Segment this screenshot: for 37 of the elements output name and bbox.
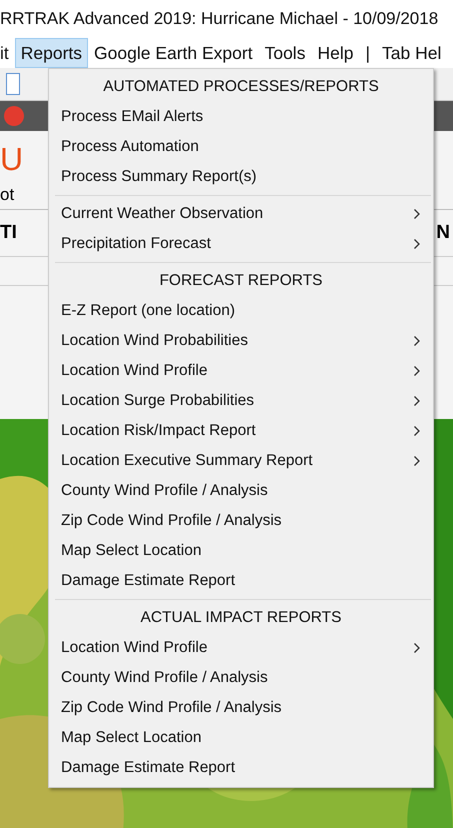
menu-bar-item[interactable]: it [0, 38, 15, 68]
menu-bar-item[interactable]: | [359, 38, 376, 68]
section-heading: TI [0, 221, 17, 245]
menu-item[interactable]: Damage Estimate Report [49, 566, 433, 596]
menu-item[interactable]: Map Select Location [49, 536, 433, 566]
menu-item[interactable]: Location Risk/Impact Report [49, 416, 433, 446]
menu-item[interactable]: Process Summary Report(s) [49, 162, 433, 192]
heading-text: U [0, 141, 24, 177]
menu-item[interactable]: Process Automation [49, 132, 433, 162]
menu-item[interactable]: Current Weather Observation [49, 199, 433, 229]
menu-item[interactable]: Location Executive Summary Report [49, 446, 433, 476]
toolbar-icon[interactable] [6, 73, 20, 95]
menu-item[interactable]: Location Wind Probabilities [49, 326, 433, 356]
menu-section-header: FORECAST REPORTS [159, 272, 323, 290]
menu-bar-item[interactable]: Tab Hel [376, 38, 448, 68]
section-heading: N [436, 221, 450, 245]
window-title: RRTRAK Advanced 2019: Hurricane Michael - 10/09/2018 [0, 8, 440, 30]
subtitle-text: ot [0, 185, 14, 204]
menu-item[interactable]: County Wind Profile / Analysis [49, 663, 433, 693]
menu-bar-item[interactable]: Reports [14, 38, 88, 68]
menu-section-header: AUTOMATED PROCESSES/REPORTS [103, 78, 379, 96]
menu-item[interactable]: Map Select Location [49, 723, 433, 753]
menu-section-header: ACTUAL IMPACT REPORTS [140, 609, 342, 627]
menu-item[interactable]: Location Surge Probabilities [49, 386, 433, 416]
menu-bar-item[interactable]: Tools [258, 38, 312, 68]
record-icon[interactable] [4, 106, 24, 126]
menu-item[interactable]: E-Z Report (one location) [49, 296, 433, 326]
menu-item[interactable]: County Wind Profile / Analysis [49, 476, 433, 506]
menu-item[interactable]: Zip Code Wind Profile / Analysis [49, 693, 433, 723]
menu-item[interactable]: Precipitation Forecast [49, 229, 433, 259]
menu-item[interactable]: Zip Code Wind Profile / Analysis [49, 506, 433, 536]
menu-item[interactable]: Location Wind Profile [49, 356, 433, 386]
menu-bar-item[interactable]: Help [311, 38, 360, 68]
menu-bar-item[interactable]: Google Earth Export [88, 38, 259, 68]
menu-item[interactable]: Location Wind Profile [49, 633, 433, 663]
menu-item[interactable]: Damage Estimate Report [49, 753, 433, 783]
menu-item[interactable]: Process EMail Alerts [49, 102, 433, 132]
